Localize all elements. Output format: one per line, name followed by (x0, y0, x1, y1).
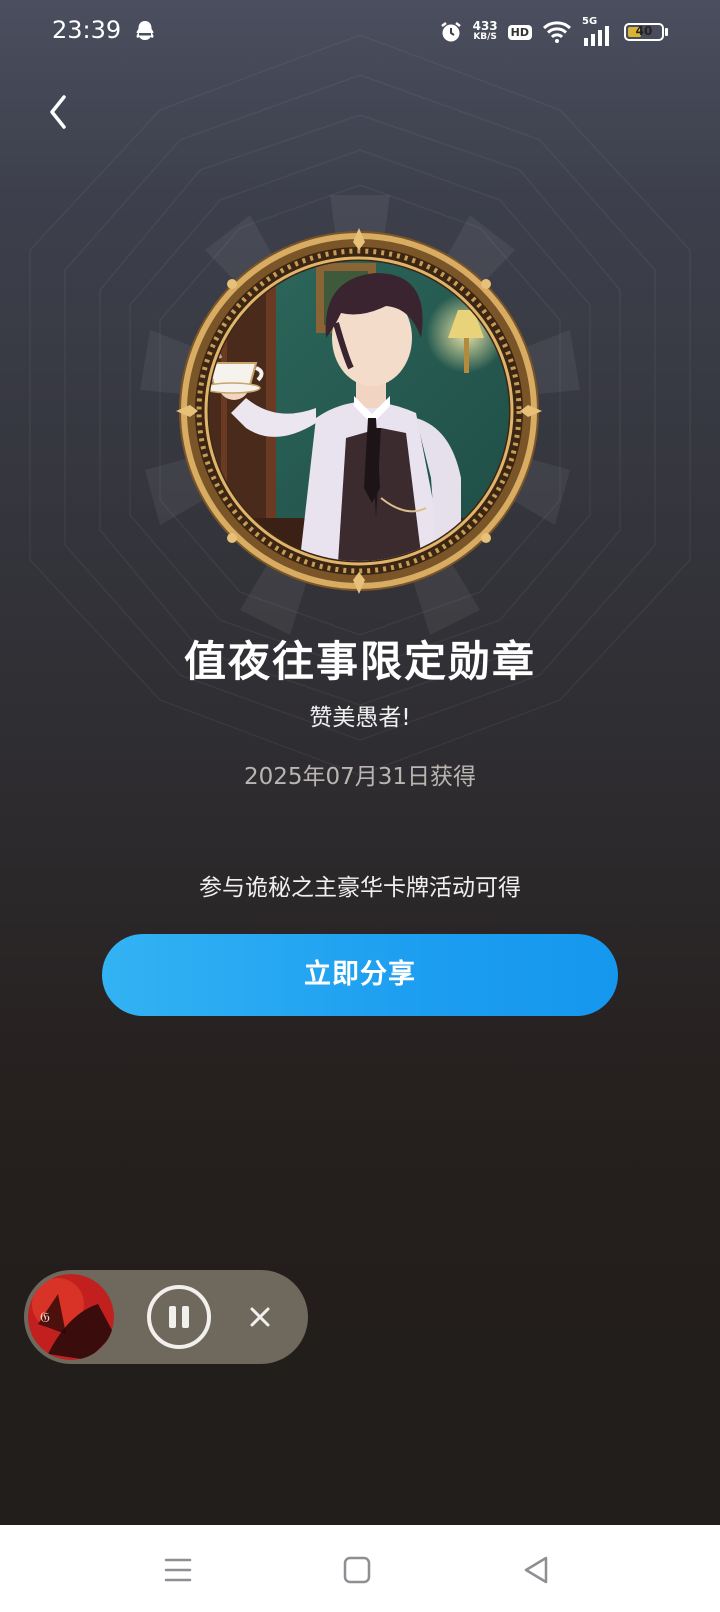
wifi-icon (542, 21, 572, 43)
medal-subtitle: 赞美愚者! (309, 705, 411, 731)
network-speed: 433 KB/S (472, 19, 498, 43)
signal-icon (584, 26, 609, 46)
pause-bar-left (169, 1306, 176, 1328)
system-nav-bar (0, 1525, 720, 1612)
battery-cap (665, 28, 668, 36)
home-square-icon (343, 1556, 371, 1584)
chevron-left-icon (50, 95, 66, 129)
status-bar: 23:39 433 KB/S HD 5G 40 (0, 0, 720, 64)
menu-icon (164, 1558, 192, 1582)
close-icon (250, 1307, 270, 1327)
back-button[interactable] (38, 90, 78, 134)
nav-home-button[interactable] (337, 1550, 377, 1590)
status-time: 23:39 (52, 16, 122, 44)
network-speed-value: 433 (472, 19, 498, 33)
battery-icon: 40 (624, 23, 668, 41)
status-icons: 433 KB/S HD 5G 40 (439, 16, 668, 48)
medal-title: 值夜往事限定勋章 (183, 637, 536, 686)
alarm-icon (440, 22, 461, 42)
signal-indicator: 5G (582, 16, 614, 46)
pause-button[interactable] (147, 1285, 211, 1349)
medal-obtained-date: 2025年07月31日获得 (243, 764, 477, 790)
album-cover[interactable]: 𝔊 (28, 1274, 114, 1360)
notification-app-icon (136, 21, 154, 40)
nav-back-button[interactable] (516, 1550, 556, 1590)
battery-level: 40 (635, 24, 653, 38)
hd-badge: HD (507, 24, 532, 40)
network-speed-unit: KB/S (473, 32, 497, 42)
share-button[interactable]: 立即分享 (102, 934, 618, 1016)
obtain-hint: 参与诡秘之主豪华卡牌活动可得 (199, 875, 521, 901)
medal-badge (176, 228, 542, 594)
close-player-button[interactable] (237, 1294, 283, 1340)
nav-menu-button[interactable] (158, 1550, 198, 1590)
back-triangle-icon (524, 1556, 548, 1584)
svg-text:𝔊: 𝔊 (40, 1310, 50, 1326)
pause-bar-right (182, 1306, 189, 1328)
mini-player[interactable]: 𝔊 (24, 1270, 308, 1364)
battery-body: 40 (624, 23, 664, 41)
